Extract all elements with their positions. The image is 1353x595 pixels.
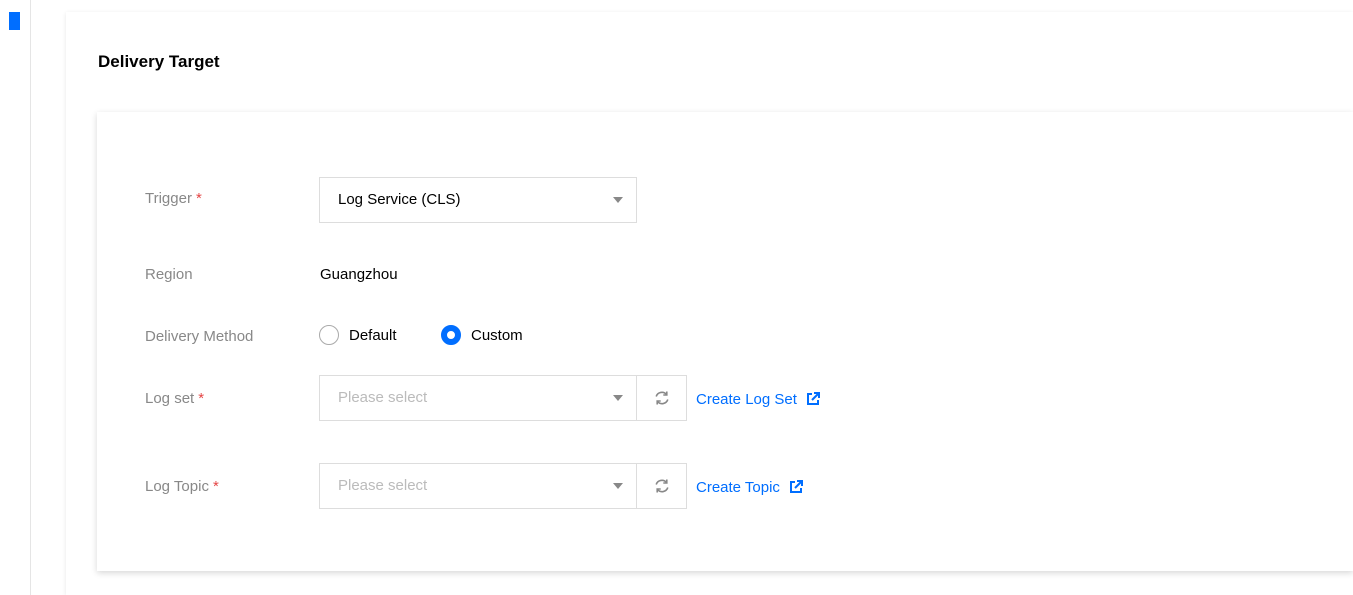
chevron-down-icon: [613, 483, 623, 489]
required-mark: *: [212, 478, 219, 495]
divider: [30, 0, 31, 595]
chevron-down-icon: [613, 197, 623, 203]
nav-accent-indicator: [9, 12, 20, 30]
create-topic-label: Create Topic: [696, 479, 780, 496]
log-topic-label: Log Topic *: [145, 478, 219, 495]
required-mark: *: [198, 390, 205, 407]
delivery-method-label: Delivery Method: [145, 328, 254, 345]
section-title: Delivery Target: [98, 52, 220, 71]
log-topic-select[interactable]: Please select: [319, 463, 637, 509]
refresh-icon: [655, 479, 669, 493]
create-topic-link[interactable]: Create Topic: [696, 479, 804, 496]
log-set-label-text: Log set: [145, 390, 195, 407]
page: Delivery Target Trigger * Log Service (CL…: [0, 0, 1353, 595]
trigger-label: Trigger *: [145, 190, 202, 207]
log-set-placeholder: Please select: [338, 389, 428, 406]
radio-circle-checked: [441, 325, 461, 345]
log-topic-label-text: Log Topic: [145, 478, 209, 495]
refresh-icon: [655, 391, 669, 405]
required-mark: *: [195, 190, 202, 207]
log-set-select[interactable]: Please select: [319, 375, 637, 421]
create-log-set-link[interactable]: Create Log Set: [696, 391, 821, 408]
trigger-select[interactable]: Log Service (CLS): [319, 177, 637, 223]
external-link-icon: [790, 480, 804, 493]
region-value: Guangzhou: [320, 266, 398, 283]
trigger-select-value: Log Service (CLS): [338, 191, 461, 208]
create-log-set-label: Create Log Set: [696, 391, 797, 408]
radio-default-label: Default: [349, 326, 397, 344]
trigger-label-text: Trigger: [145, 190, 192, 207]
form-card: [97, 112, 1353, 571]
log-topic-placeholder: Please select: [338, 477, 428, 494]
region-label: Region: [145, 266, 193, 283]
log-set-refresh-button[interactable]: [636, 375, 687, 421]
external-link-icon: [807, 392, 821, 405]
log-set-label: Log set *: [145, 390, 204, 407]
radio-circle: [319, 325, 339, 345]
radio-custom-label: Custom: [471, 326, 523, 344]
chevron-down-icon: [613, 395, 623, 401]
log-topic-refresh-button[interactable]: [636, 463, 687, 509]
radio-custom[interactable]: Custom: [441, 324, 523, 346]
radio-default[interactable]: Default: [319, 324, 397, 346]
